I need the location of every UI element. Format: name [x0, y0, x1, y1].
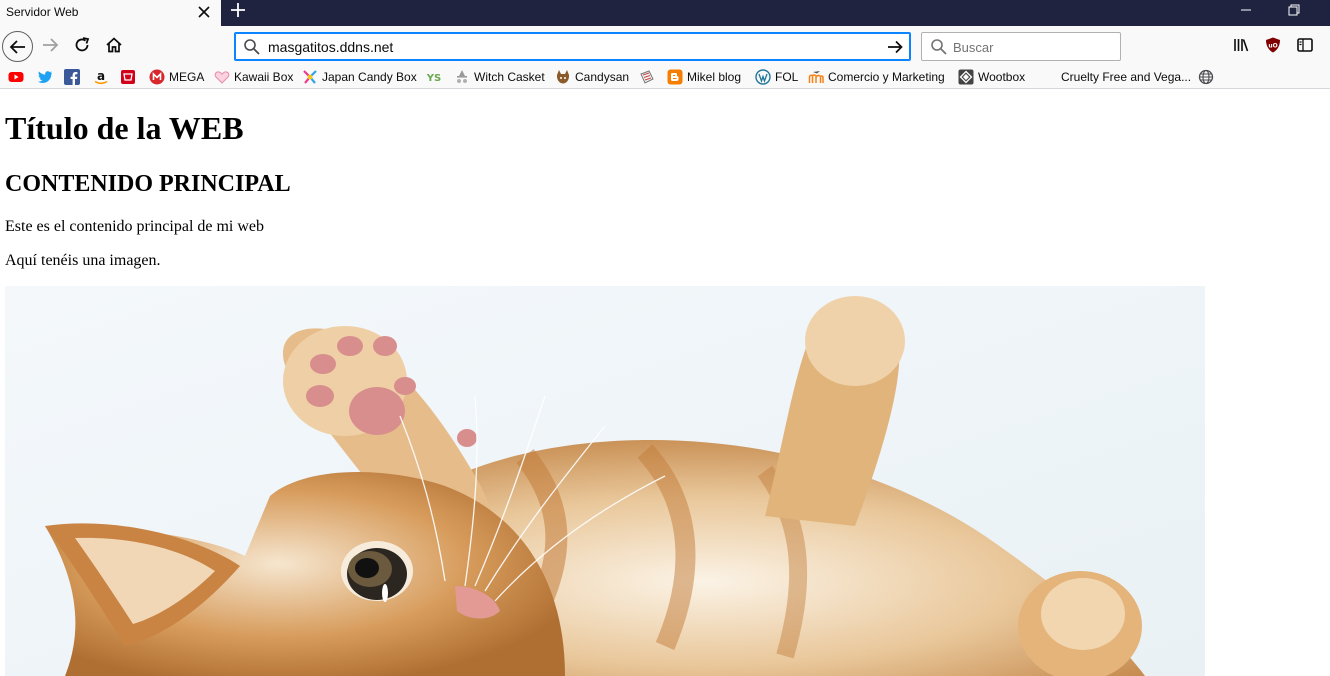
bookmark-shop[interactable]	[120, 68, 136, 86]
bookmark-kawaii-box[interactable]: Kawaii Box	[214, 68, 293, 86]
library-button[interactable]	[1230, 34, 1252, 56]
close-tab-icon[interactable]	[196, 4, 212, 20]
search-bar[interactable]: Buscar	[921, 32, 1121, 61]
sidebar-icon	[1297, 38, 1313, 52]
search-placeholder: Buscar	[953, 40, 994, 55]
bookmark-youtube[interactable]	[8, 68, 24, 86]
bookmark-label: FOL	[775, 70, 799, 84]
ys-icon: YS	[426, 69, 442, 85]
search-icon	[243, 38, 261, 56]
bookmark-label: Cruelty Free and Vega...	[1061, 70, 1192, 84]
bookmark-cruelty-free[interactable]: Cruelty Free and Vega...	[1061, 68, 1191, 86]
wootbox-icon	[958, 69, 974, 85]
minimize-icon[interactable]	[1236, 2, 1256, 18]
bookmark-amazon[interactable]: a	[93, 68, 109, 86]
go-arrow-icon[interactable]	[886, 38, 904, 56]
bookmark-japan-candy-box[interactable]: Japan Candy Box	[302, 68, 417, 86]
bookmark-fol[interactable]: FOL	[755, 68, 798, 86]
bookmark-label: Witch Casket	[474, 70, 545, 84]
twitter-icon	[37, 69, 53, 85]
bookmark-label: Wootbox	[978, 70, 1026, 84]
sticker-icon	[639, 69, 655, 85]
bookmark-witch-casket[interactable]: Witch Casket	[454, 68, 545, 86]
bookmark-comercio-marketing[interactable]: Comercio y Marketing	[808, 68, 945, 86]
sidebar-button[interactable]	[1294, 34, 1316, 56]
bookmark-label: MEGA	[169, 70, 205, 84]
svg-text:a: a	[97, 69, 105, 83]
web-page-content: Título de la WEB CONTENIDO PRINCIPAL Est…	[0, 90, 1330, 676]
shop-icon	[120, 69, 136, 85]
mega-icon	[149, 69, 165, 85]
heart-icon	[214, 69, 230, 85]
bookmark-label: Japan Candy Box	[322, 70, 417, 84]
bookmark-mikel-blog[interactable]: Mikel blog	[667, 68, 741, 86]
paragraph-image-intro: Aquí tenéis una imagen.	[5, 252, 161, 269]
candy-icon	[302, 69, 318, 85]
bookmark-candysan[interactable]: Candysan	[555, 68, 629, 86]
wordpress-icon	[755, 69, 771, 85]
candysan-icon	[555, 69, 571, 85]
bookmark-sticker[interactable]	[639, 68, 655, 86]
page-title: Título de la WEB	[5, 110, 244, 146]
moodle-icon	[808, 69, 824, 85]
paragraph-main: Este es el contenido principal de mi web	[5, 218, 265, 235]
reload-icon	[75, 37, 90, 52]
bookmark-mega[interactable]: MEGA	[149, 68, 204, 86]
bookmark-twitter[interactable]	[37, 68, 53, 86]
url-bar[interactable]: masgatitos.ddns.net	[234, 32, 911, 61]
ublock-shield-icon: uO	[1266, 37, 1280, 53]
facebook-icon	[64, 69, 80, 85]
navigation-toolbar: masgatitos.ddns.net Buscar uO	[0, 26, 1330, 64]
globe-icon	[1198, 69, 1214, 85]
bookmark-label: Comercio y Marketing	[828, 70, 945, 84]
library-icon	[1234, 39, 1249, 52]
title-bar: Servidor Web	[0, 0, 1330, 26]
bookmark-ys[interactable]: YS	[426, 68, 442, 86]
bookmark-label: Mikel blog	[687, 70, 742, 84]
home-button[interactable]	[103, 34, 125, 56]
search-icon	[930, 38, 948, 56]
forward-button[interactable]	[39, 34, 61, 56]
bookmark-globe[interactable]	[1198, 68, 1214, 86]
blogger-icon	[667, 69, 683, 85]
kitten-image	[5, 286, 1205, 676]
bookmark-label: Kawaii Box	[234, 70, 294, 84]
back-button[interactable]	[2, 31, 33, 62]
reload-button[interactable]	[71, 34, 93, 56]
new-tab-icon[interactable]	[229, 1, 247, 19]
back-arrow-icon	[9, 39, 25, 54]
main-heading: CONTENIDO PRINCIPAL	[5, 171, 291, 197]
tab-title: Servidor Web	[6, 5, 79, 19]
svg-text:YS: YS	[426, 73, 441, 84]
amazon-icon: a	[93, 69, 109, 85]
svg-text:uO: uO	[1268, 43, 1277, 50]
bookmark-facebook[interactable]	[64, 68, 80, 86]
url-text[interactable]: masgatitos.ddns.net	[268, 39, 393, 55]
bookmark-wootbox[interactable]: Wootbox	[958, 68, 1025, 86]
bookmark-label: Candysan	[575, 70, 630, 84]
bookmarks-toolbar: a MEGA Kawaii Box Japan Candy Box YS Wit…	[0, 64, 1330, 89]
restore-window-icon[interactable]	[1284, 2, 1304, 18]
home-icon	[106, 37, 122, 53]
ublock-button[interactable]: uO	[1262, 34, 1284, 56]
forward-arrow-icon	[43, 38, 59, 52]
tab-servidor-web[interactable]: Servidor Web	[0, 0, 221, 26]
youtube-icon	[8, 69, 24, 85]
witch-icon	[454, 69, 470, 85]
